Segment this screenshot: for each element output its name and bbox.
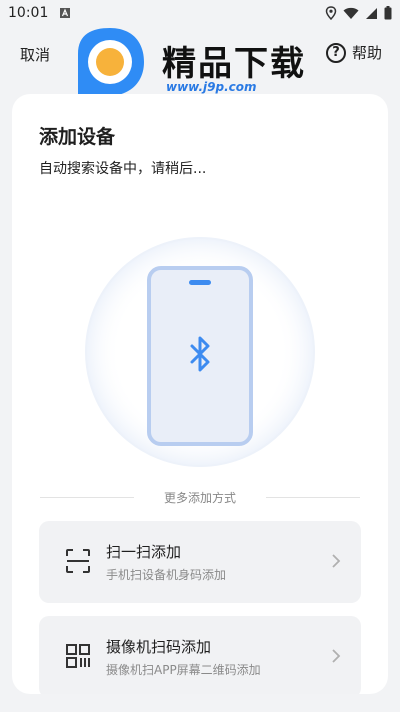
help-button[interactable]: ? 帮助 bbox=[325, 42, 382, 63]
page-title: 添加设备 bbox=[39, 126, 116, 148]
option-title: 摄像机扫码添加 bbox=[106, 638, 212, 656]
search-status-text: 自动搜索设备中，请稍后... bbox=[39, 161, 207, 177]
divider-line-right bbox=[266, 497, 360, 498]
add-device-card: 添加设备 自动搜索设备中，请稍后... 更多添加方式 扫一扫添加 手机扫设备机身… bbox=[12, 94, 388, 694]
status-icons bbox=[325, 6, 392, 20]
watermark-title: 精品下载 bbox=[162, 44, 306, 84]
qr-code-icon bbox=[66, 644, 90, 668]
a-notification-icon bbox=[60, 8, 70, 18]
chevron-right-icon bbox=[332, 649, 341, 663]
battery-icon bbox=[384, 6, 392, 20]
device-search-illustration bbox=[12, 234, 388, 474]
scan-add-option[interactable]: 扫一扫添加 手机扫设备机身码添加 bbox=[39, 521, 361, 603]
option-desc: 摄像机扫APP屏幕二维码添加 bbox=[106, 663, 261, 677]
watermark-url: www.j9p.com bbox=[166, 80, 257, 94]
divider: 更多添加方式 bbox=[40, 487, 360, 507]
option-title: 扫一扫添加 bbox=[106, 543, 182, 561]
help-label: 帮助 bbox=[351, 44, 382, 62]
camera-scan-option[interactable]: 摄像机扫码添加 摄像机扫APP屏幕二维码添加 bbox=[39, 616, 361, 694]
status-time: 10:01 bbox=[8, 5, 49, 21]
scan-icon bbox=[66, 549, 90, 573]
location-icon bbox=[325, 6, 337, 20]
signal-icon bbox=[366, 7, 377, 19]
chevron-right-icon bbox=[332, 554, 341, 568]
wifi-icon bbox=[343, 7, 359, 19]
cancel-button[interactable]: 取消 bbox=[20, 44, 50, 65]
option-desc: 手机扫设备机身码添加 bbox=[106, 568, 227, 582]
